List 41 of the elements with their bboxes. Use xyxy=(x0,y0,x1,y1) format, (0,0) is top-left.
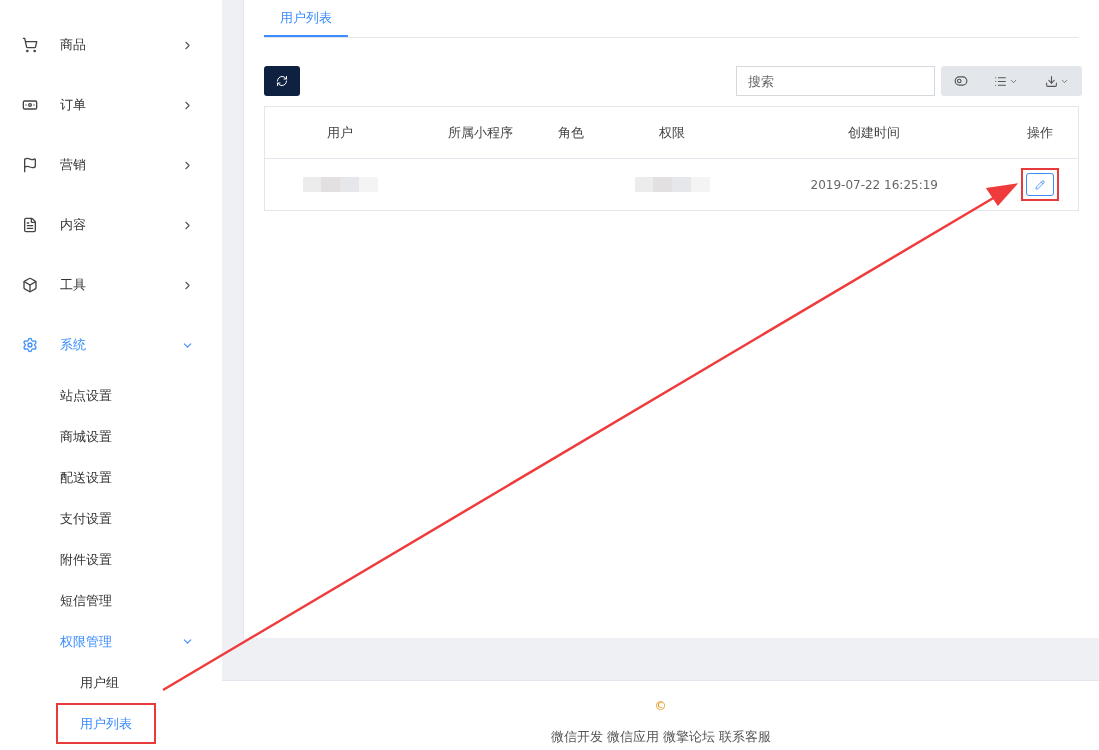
document-icon xyxy=(22,217,38,233)
sidebar-subitem[interactable]: 短信管理 xyxy=(0,580,222,621)
download-icon xyxy=(1044,74,1058,88)
column-header: 角色 xyxy=(545,106,598,159)
column-header: 用户 xyxy=(264,106,416,159)
refresh-button[interactable] xyxy=(264,66,300,96)
cube-icon xyxy=(22,277,38,293)
sidebar-item[interactable]: 工具 xyxy=(0,255,222,315)
banknote-icon xyxy=(22,97,38,113)
sidebar-item[interactable]: 营销 xyxy=(0,135,222,195)
columns-dropdown-button[interactable] xyxy=(994,74,1019,88)
list-icon xyxy=(994,74,1008,88)
toggle-icon xyxy=(954,74,969,88)
footer-link[interactable]: 联系客服 xyxy=(718,727,771,747)
column-header: 操作 xyxy=(1001,106,1079,159)
flag-icon xyxy=(22,157,38,173)
sidebar-subitem[interactable]: 站点设置 xyxy=(0,375,222,416)
toggle-button[interactable] xyxy=(954,74,969,88)
search-field[interactable]: 搜索 xyxy=(736,66,935,96)
footer-link[interactable]: 微信开发 xyxy=(550,727,603,747)
sidebar-item[interactable]: 订单 xyxy=(0,75,222,135)
sidebar-subitem[interactable]: 附件设置 xyxy=(0,539,222,580)
footer-link[interactable]: 微擎论坛 xyxy=(662,727,715,747)
sidebar-subitem[interactable]: 支付设置 xyxy=(0,498,222,539)
column-header: 创建时间 xyxy=(746,106,1002,159)
sidebar-item[interactable]: 内容 xyxy=(0,195,222,255)
pencil-icon xyxy=(1034,179,1045,190)
settings-icon xyxy=(22,337,38,353)
sidebar-item[interactable]: 商品 xyxy=(0,15,222,75)
refresh-icon xyxy=(276,75,288,87)
column-header: 所属小程序 xyxy=(415,106,546,159)
sidebar-subitem[interactable]: 用户组 xyxy=(56,662,143,703)
sidebar-subitem[interactable]: 配送设置 xyxy=(0,457,222,498)
cart-icon xyxy=(22,37,38,53)
copyright-text: © xyxy=(654,698,667,715)
sidebar-item[interactable]: 系统 xyxy=(0,315,222,375)
table-cell: 2019-07-22 16:25:19 xyxy=(810,177,938,192)
export-dropdown-button[interactable] xyxy=(1044,74,1069,88)
column-header: 权限 xyxy=(597,106,747,159)
sidebar-subitem[interactable]: 商城设置 xyxy=(0,416,222,457)
footer-link[interactable]: 微信应用 xyxy=(606,727,659,747)
